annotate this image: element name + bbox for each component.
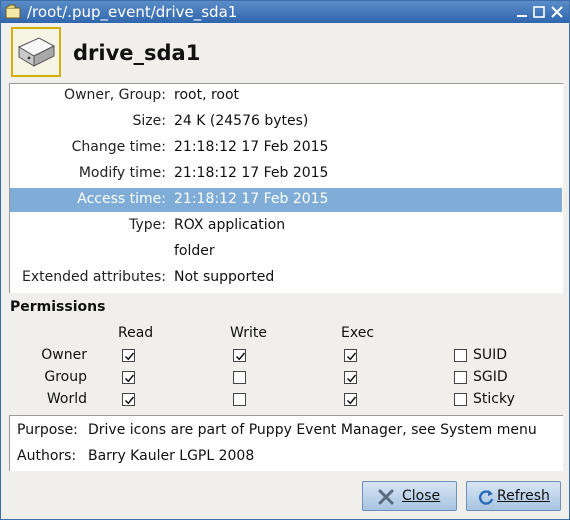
authors-key: Authors:: [17, 448, 77, 464]
sticky-checkbox[interactable]: [454, 393, 467, 406]
refresh-button-label: Refresh: [497, 488, 550, 504]
purpose-row: Purpose: Drive icons are part of Puppy Ev…: [17, 422, 537, 438]
close-button[interactable]: Close: [362, 481, 457, 511]
title-bar[interactable]: /root/.pup_event/drive_sda1: [1, 1, 569, 23]
close-icon: [377, 488, 395, 506]
info-table: Owner, Group: root, root Size: 24 K (245…: [9, 83, 563, 293]
info-row-owner[interactable]: Owner, Group: root, root: [10, 84, 562, 108]
info-value: root, root: [174, 87, 240, 103]
permissions-title: Permissions: [10, 299, 106, 315]
info-row-modify-time[interactable]: Modify time: 21:18:12 17 Feb 2015: [10, 162, 562, 186]
refresh-icon: [477, 488, 495, 506]
info-value: folder: [174, 243, 215, 259]
close-window-button[interactable]: [549, 4, 565, 20]
suid-label: SUID: [473, 347, 508, 363]
info-value: ROX application: [174, 217, 286, 233]
sgid-label: SGID: [473, 369, 508, 385]
info-row-access-time[interactable]: Access time: 21:18:12 17 Feb 2015: [10, 188, 562, 212]
info-label: Extended attributes:: [21, 269, 166, 285]
world-exec-checkbox[interactable]: [344, 393, 357, 406]
write-column-header: Write: [230, 325, 267, 341]
info-label: Modify time:: [78, 165, 166, 181]
info-label: Type:: [129, 217, 166, 233]
authors-value: Barry Kauler LGPL 2008: [88, 448, 255, 464]
maximize-button[interactable]: [531, 4, 547, 20]
refresh-button[interactable]: Refresh: [466, 481, 561, 511]
info-value: Not supported: [174, 269, 275, 285]
group-exec-checkbox[interactable]: [344, 371, 357, 384]
window-title: /root/.pup_event/drive_sda1: [27, 3, 238, 21]
read-column-header: Read: [118, 325, 154, 341]
file-icon: [5, 4, 21, 20]
permission-row-label-group: Group: [44, 369, 87, 385]
close-button-label: Close: [402, 488, 441, 504]
info-label: Access time:: [77, 191, 166, 207]
info-value: 21:18:12 17 Feb 2015: [174, 139, 329, 155]
owner-exec-checkbox[interactable]: [344, 349, 357, 362]
world-write-checkbox[interactable]: [233, 393, 246, 406]
info-value: 24 K (24576 bytes): [174, 113, 309, 129]
file-header: drive_sda1: [1, 23, 569, 81]
description-panel: Purpose: Drive icons are part of Puppy Ev…: [9, 415, 563, 471]
minimize-button[interactable]: [514, 4, 530, 20]
info-row-change-time[interactable]: Change time: 21:18:12 17 Feb 2015: [10, 136, 562, 160]
info-row-type[interactable]: Type: ROX application: [10, 214, 562, 238]
group-read-checkbox[interactable]: [122, 371, 135, 384]
info-value: 21:18:12 17 Feb 2015: [174, 165, 329, 181]
owner-write-checkbox[interactable]: [233, 349, 246, 362]
sticky-label: Sticky: [473, 391, 515, 407]
info-row-extended-attributes[interactable]: Extended attributes: Not supported: [10, 266, 562, 290]
info-value: 21:18:12 17 Feb 2015: [174, 191, 329, 207]
purpose-key: Purpose:: [17, 422, 78, 438]
permission-row-label-owner: Owner: [41, 347, 87, 363]
info-label: Change time:: [71, 139, 166, 155]
permission-row-label-world: World: [46, 391, 87, 407]
info-label: Owner, Group:: [64, 87, 166, 103]
suid-checkbox[interactable]: [454, 349, 467, 362]
drive-icon: [11, 27, 61, 77]
properties-window: /root/.pup_event/drive_sda1 drive_sda1 O…: [0, 0, 570, 520]
group-write-checkbox[interactable]: [233, 371, 246, 384]
info-label: Size:: [132, 113, 166, 129]
owner-read-checkbox[interactable]: [122, 349, 135, 362]
file-name: drive_sda1: [73, 41, 201, 65]
authors-row: Authors: Barry Kauler LGPL 2008: [17, 448, 254, 464]
sgid-checkbox[interactable]: [454, 371, 467, 384]
info-row-size[interactable]: Size: 24 K (24576 bytes): [10, 110, 562, 134]
world-read-checkbox[interactable]: [122, 393, 135, 406]
info-row-mime[interactable]: folder: [10, 240, 562, 264]
purpose-value: Drive icons are part of Puppy Event Mana…: [88, 422, 537, 438]
exec-column-header: Exec: [341, 325, 375, 341]
